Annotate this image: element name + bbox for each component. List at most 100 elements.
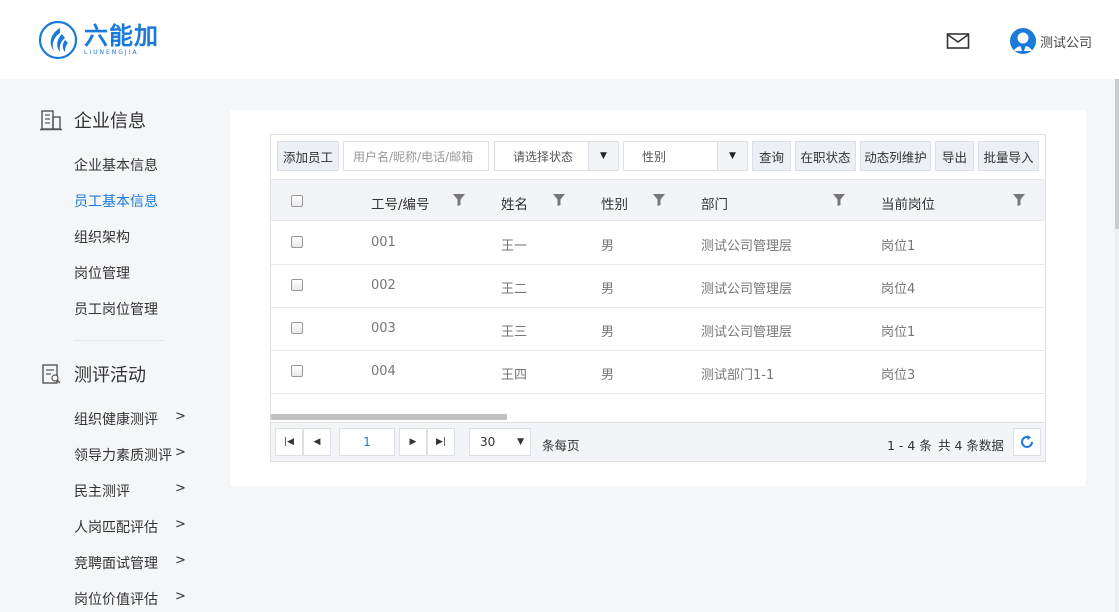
content-card: 添加员工 用户名/昵称/电话/邮箱 请选择状态 ▼ 性别 ▼ 查询 在职状态 动…: [230, 110, 1086, 486]
cell-gender: 男: [601, 368, 615, 383]
last-page-icon[interactable]: ▶|: [427, 428, 455, 456]
column-header-position[interactable]: 当前岗位: [881, 193, 935, 213]
building-icon: [40, 110, 62, 131]
grid-toolbar: 添加员工 用户名/昵称/电话/邮箱 请选择状态 ▼ 性别 ▼ 查询 在职状态 动…: [271, 135, 1045, 177]
cell-position: 岗位3: [881, 368, 916, 383]
cell-position: 岗位1: [881, 239, 916, 254]
cell-id: 003: [371, 321, 396, 336]
logo-text: 六能加: [84, 22, 159, 50]
table-row[interactable]: 001 王一 男 测试公司管理层 岗位1: [271, 222, 1045, 265]
top-header: 六能加 LIUNENGJIA 测试公司: [0, 0, 1119, 79]
sidebar-item-org-health[interactable]: 组织健康测评: [74, 409, 158, 429]
section-title: 测评活动: [74, 365, 146, 386]
page-number-input[interactable]: 1: [339, 428, 395, 456]
user-menu[interactable]: 测试公司: [1009, 27, 1092, 55]
first-page-icon[interactable]: |◀: [275, 428, 303, 456]
table-row[interactable]: 004 王四 男 测试部门1-1 岗位3: [271, 351, 1045, 394]
logo-subtext: LIUNENGJIA: [84, 49, 139, 56]
logo[interactable]: 六能加 LIUNENGJIA: [38, 20, 159, 60]
cell-dept: 测试公司管理层: [701, 282, 793, 297]
table-row[interactable]: 002 王二 男 测试公司管理层 岗位4: [271, 265, 1045, 308]
cell-gender: 男: [601, 239, 615, 254]
gender-select-value: 性别: [642, 149, 667, 164]
row-checkbox[interactable]: [291, 322, 303, 334]
query-button[interactable]: 查询: [752, 141, 791, 171]
add-employee-button[interactable]: 添加员工: [277, 141, 339, 171]
status-select[interactable]: 请选择状态 ▼: [494, 141, 619, 171]
section-assessment: 测评活动: [40, 361, 146, 387]
gender-select[interactable]: 性别 ▼: [623, 141, 748, 171]
sidebar-item-leadership[interactable]: 领导力素质测评: [74, 445, 172, 465]
status-select-value: 请选择状态: [513, 149, 574, 164]
prev-page-icon[interactable]: ◀: [303, 428, 331, 456]
cell-position: 岗位4: [881, 282, 916, 297]
export-button[interactable]: 导出: [935, 141, 974, 171]
chevron-right-icon: >: [175, 589, 186, 604]
column-header-dept[interactable]: 部门: [701, 193, 728, 213]
caret-down-icon: ▼: [517, 437, 524, 447]
cell-name: 王四: [501, 368, 528, 383]
document-icon: [42, 364, 61, 384]
column-header-name[interactable]: 姓名: [501, 193, 528, 213]
sidebar-item-employee-position[interactable]: 员工岗位管理: [74, 299, 158, 319]
search-input[interactable]: 用户名/昵称/电话/邮箱: [343, 141, 489, 171]
cell-gender: 男: [601, 282, 615, 297]
table-header: 工号/编号 姓名 性别 部门 当前岗位: [271, 179, 1045, 221]
cell-id: 002: [371, 278, 396, 293]
row-checkbox[interactable]: [291, 236, 303, 248]
sidebar-divider: [74, 340, 164, 341]
sidebar-item-org-structure[interactable]: 组织架构: [74, 227, 130, 247]
column-header-gender[interactable]: 性别: [601, 193, 628, 213]
sidebar-item-company-basic[interactable]: 企业基本信息: [74, 155, 158, 175]
employee-grid: 添加员工 用户名/昵称/电话/邮箱 请选择状态 ▼ 性别 ▼ 查询 在职状态 动…: [270, 134, 1046, 462]
table-row[interactable]: 003 王三 男 测试公司管理层 岗位1: [271, 308, 1045, 351]
caret-down-icon[interactable]: ▼: [717, 142, 747, 170]
filter-icon[interactable]: [833, 194, 845, 206]
bulk-import-button[interactable]: 批量导入: [978, 141, 1039, 171]
page-size-value: 30: [480, 435, 496, 449]
filter-icon[interactable]: [1013, 194, 1025, 206]
filter-icon[interactable]: [553, 194, 565, 206]
refresh-icon: [1021, 435, 1033, 448]
sidebar-item-employee-basic[interactable]: 员工基本信息: [74, 191, 158, 211]
section-title: 企业信息: [74, 111, 146, 132]
row-checkbox[interactable]: [291, 279, 303, 291]
page-scrollbar-thumb[interactable]: [1115, 79, 1119, 229]
column-header-id[interactable]: 工号/编号: [371, 193, 430, 213]
select-all-checkbox[interactable]: [291, 195, 303, 207]
chevron-right-icon: >: [175, 517, 186, 532]
cell-name: 王二: [501, 282, 528, 297]
dynamic-columns-button[interactable]: 动态列维护: [860, 141, 931, 171]
cell-dept: 测试公司管理层: [701, 325, 793, 340]
next-page-icon[interactable]: ▶: [399, 428, 427, 456]
sidebar-item-position-mgmt[interactable]: 岗位管理: [74, 263, 130, 283]
mail-icon[interactable]: [946, 32, 970, 50]
filter-icon[interactable]: [453, 194, 465, 206]
chevron-right-icon: >: [175, 553, 186, 568]
page-scrollbar[interactable]: [1115, 79, 1119, 612]
sidebar: 企业信息 企业基本信息 员工基本信息 组织架构 岗位管理 员工岗位管理 测评活动…: [0, 79, 220, 612]
cell-dept: 测试公司管理层: [701, 239, 793, 254]
employment-status-button[interactable]: 在职状态: [795, 141, 856, 171]
caret-down-icon[interactable]: ▼: [588, 142, 618, 170]
logo-mark-icon: [38, 20, 78, 60]
chevron-right-icon: >: [175, 481, 186, 496]
sidebar-item-position-value[interactable]: 岗位价值评估: [74, 589, 158, 609]
chevron-right-icon: >: [175, 445, 186, 460]
per-page-label: 条每页: [542, 438, 580, 453]
sidebar-item-interview[interactable]: 竞聘面试管理: [74, 553, 158, 573]
record-range: 1 - 4 条: [887, 438, 932, 453]
page-size-select[interactable]: 30 ▼: [469, 428, 531, 456]
avatar: [1010, 28, 1036, 54]
user-name: 测试公司: [1040, 35, 1093, 51]
refresh-button[interactable]: [1013, 428, 1041, 456]
cell-position: 岗位1: [881, 325, 916, 340]
filter-icon[interactable]: [653, 194, 665, 206]
table-horizontal-scrollbar[interactable]: [271, 414, 507, 420]
sidebar-item-democratic[interactable]: 民主测评: [74, 481, 130, 501]
chevron-right-icon: >: [175, 409, 186, 424]
row-checkbox[interactable]: [291, 365, 303, 377]
cell-gender: 男: [601, 325, 615, 340]
sidebar-item-job-match[interactable]: 人岗匹配评估: [74, 517, 158, 537]
cell-id: 001: [371, 235, 396, 250]
